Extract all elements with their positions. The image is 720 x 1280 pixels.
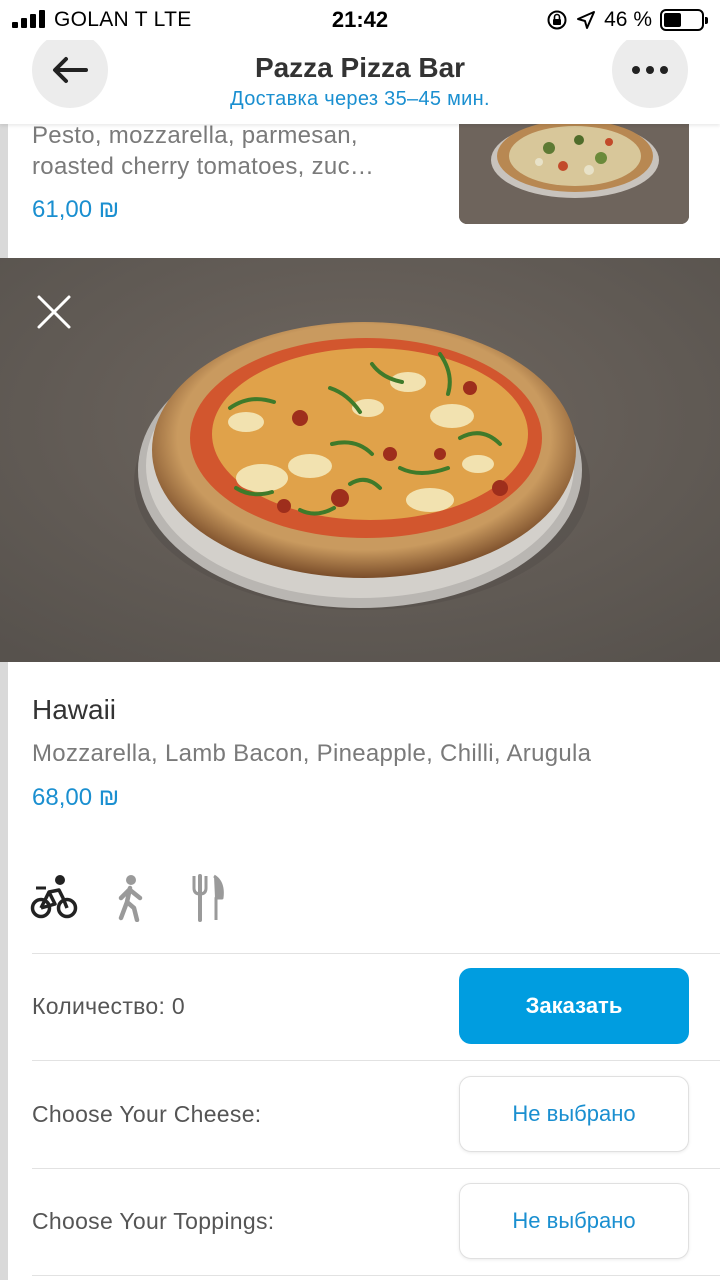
status-indicators: 46 % [546,7,708,33]
item-description: Mozzarella, Lamb Bacon, Pineapple, Chill… [32,740,592,767]
previous-item-price: 61,00 ₪ [32,196,120,223]
status-bar: GOLAN T LTE 21:42 46 % [0,0,720,40]
battery-percent: 46 % [604,8,652,31]
previous-menu-item[interactable]: Pesto, mozzarella, parmesan, roasted che… [0,118,720,258]
item-price: 68,00 ₪ [32,784,120,811]
item-details: Hawaii Mozzarella, Lamb Bacon, Pineapple… [0,662,720,1280]
battery-icon [660,9,708,31]
rotation-lock-icon [547,10,567,30]
previous-item-description: Pesto, mozzarella, parmesan, roasted che… [32,122,375,180]
item-photo [0,258,720,662]
cheese-select-button[interactable]: Не выбрано [459,1076,689,1152]
section-rule [0,118,8,258]
quantity-label: Количество: 0 [32,993,185,1019]
delivery-time: Доставка через 35–45 мин. [230,88,490,110]
previous-item-photo [459,118,689,224]
divider [32,953,720,954]
walking-pickup-icon[interactable] [114,874,148,922]
order-button[interactable]: Заказать [459,968,689,1044]
restaurant-header: Pazza Pizza Bar Доставка через 35–45 мин… [0,28,720,124]
toppings-option-label: Choose Your Toppings: [32,1208,275,1234]
cheese-option-label: Choose Your Cheese: [32,1101,262,1127]
item-name: Hawaii [32,694,117,725]
bicycle-delivery-icon[interactable] [30,874,78,920]
toppings-select-button[interactable]: Не выбрано [459,1183,689,1259]
location-arrow-icon [577,11,596,29]
fork-knife-icon[interactable] [190,874,226,922]
more-options-button[interactable] [612,32,688,108]
divider [32,1168,720,1169]
section-rule [0,662,8,1280]
close-icon[interactable] [34,292,74,332]
divider [32,1060,720,1061]
divider [32,1275,720,1276]
more-dots-icon [632,66,668,74]
